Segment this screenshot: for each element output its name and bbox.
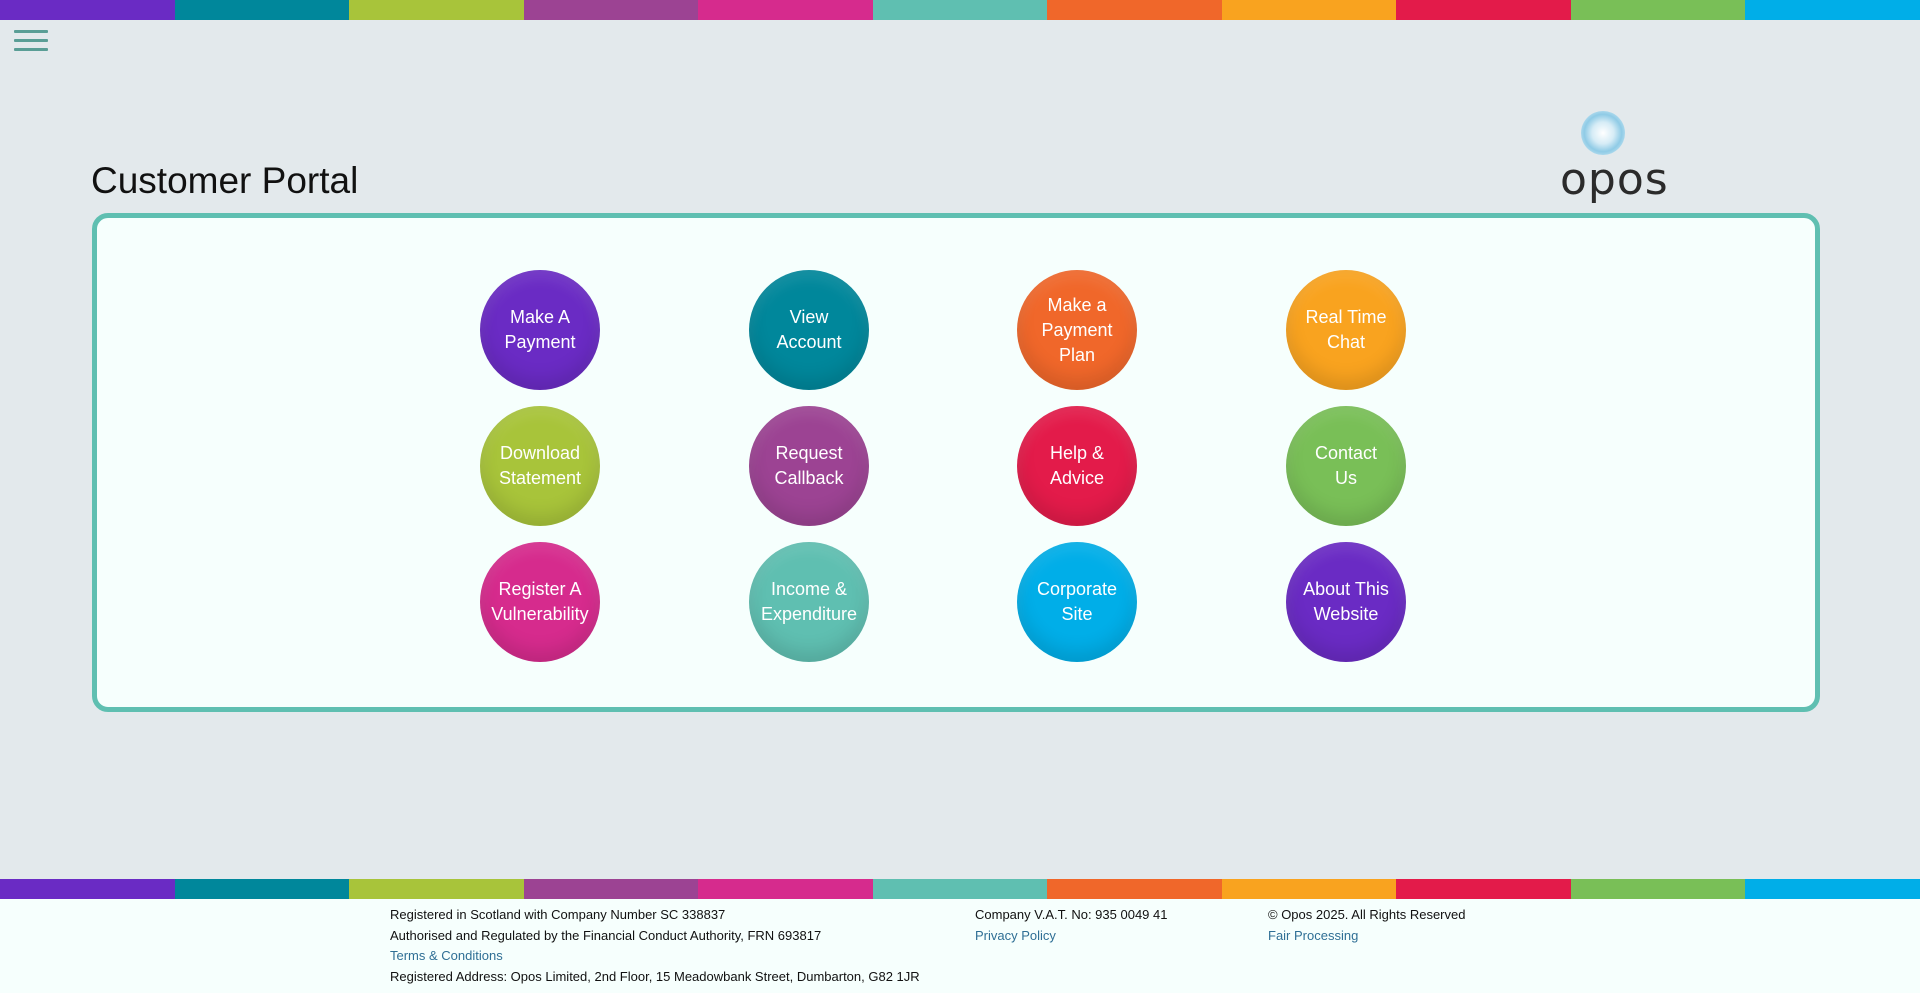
action-label-line1: Corporate — [1036, 579, 1118, 599]
help-and-advice-button[interactable]: Help & Advice — [1017, 406, 1137, 526]
footer-company-column: Registered in Scotland with Company Numb… — [390, 905, 920, 987]
action-label-line1: Request — [775, 443, 843, 463]
action-label-line1: Make A — [509, 307, 570, 327]
action-label: Make a Payment Plan — [1017, 293, 1137, 368]
stripe-segment — [523, 0, 699, 20]
copyright-text: © Opos 2025. All Rights Reserved — [1268, 907, 1466, 922]
action-label: Request Callback — [768, 441, 849, 491]
logo-text: opos — [1560, 154, 1669, 205]
stripe-segment — [872, 879, 1048, 899]
action-label-line2: Payment — [504, 332, 576, 352]
page-title: Customer Portal — [91, 160, 359, 201]
action-label-line1: Real Time — [1305, 307, 1387, 327]
privacy-policy-link[interactable]: Privacy Policy — [975, 928, 1056, 943]
download-statement-button[interactable]: Download Statement — [480, 406, 600, 526]
stripe-segment — [349, 879, 524, 899]
real-time-chat-button[interactable]: Real Time Chat — [1286, 270, 1406, 390]
footer-copyright-column: © Opos 2025. All Rights Reserved Fair Pr… — [1268, 905, 1465, 946]
registered-address-text: Registered Address: Opos Limited, 2nd Fl… — [390, 968, 920, 984]
action-label: Real Time Chat — [1299, 305, 1392, 355]
stripe-segment — [1047, 0, 1222, 20]
stripe-segment — [1396, 0, 1571, 20]
stripe-segment — [0, 879, 175, 899]
stripe-segment — [872, 0, 1048, 20]
action-label-line1: Register A — [498, 579, 582, 599]
action-label-line1: Make a — [1047, 294, 1107, 315]
action-label-line2: Statement — [498, 468, 582, 488]
corporate-site-button[interactable]: Corporate Site — [1017, 542, 1137, 662]
stripe-segment — [523, 879, 699, 899]
fair-processing-link[interactable]: Fair Processing — [1268, 928, 1358, 943]
stripe-segment — [1221, 0, 1397, 20]
action-label-line2: Account — [776, 332, 842, 352]
request-callback-button[interactable]: Request Callback — [749, 406, 869, 526]
view-account-button[interactable]: View Account — [749, 270, 869, 390]
terms-conditions-link[interactable]: Terms & Conditions — [390, 948, 503, 963]
top-color-stripe — [0, 0, 1920, 20]
action-label-line2: Advice — [1049, 468, 1105, 488]
register-a-vulnerability-button[interactable]: Register A Vulnerability — [480, 542, 600, 662]
make-a-payment-plan-button[interactable]: Make a Payment Plan — [1017, 270, 1137, 390]
action-label-line2: Payment Plan — [1041, 319, 1113, 365]
stripe-segment — [1745, 0, 1920, 20]
action-label-line1: Contact — [1314, 443, 1378, 463]
action-label-line2: Website — [1313, 604, 1379, 624]
action-panel: Make A Payment View Account Make a Payment Pl… — [92, 213, 1820, 712]
action-label-line2: Expenditure — [760, 604, 858, 624]
action-label-line2: Chat — [1326, 332, 1366, 352]
income-and-expenditure-button[interactable]: Income & Expenditure — [749, 542, 869, 662]
action-label-line1: Help & — [1049, 443, 1105, 463]
stripe-segment — [349, 0, 524, 20]
stripe-segment — [1396, 879, 1571, 899]
footer-vat-column: Company V.A.T. No: 935 0049 41 Privacy P… — [975, 905, 1167, 946]
action-label-line1: View — [789, 307, 829, 327]
make-a-payment-button[interactable]: Make A Payment — [480, 270, 600, 390]
stripe-segment — [174, 0, 350, 20]
opos-logo: opos — [1554, 108, 1668, 208]
action-label-line1: About This — [1303, 579, 1389, 599]
stripe-segment — [174, 879, 350, 899]
stripe-segment — [698, 0, 873, 20]
action-label-line2: Callback — [774, 468, 844, 488]
stripe-segment — [698, 879, 873, 899]
stripe-segment — [1047, 879, 1222, 899]
action-label: Help & Advice — [1044, 441, 1110, 491]
logo-swirl-icon — [1581, 111, 1625, 155]
stripe-segment — [1745, 879, 1920, 899]
stripe-segment — [1570, 879, 1746, 899]
bottom-color-stripe — [0, 879, 1920, 899]
action-label-line2: Site — [1061, 604, 1093, 624]
action-label-line2: Us — [1334, 468, 1357, 488]
stripe-segment — [0, 0, 175, 20]
about-this-website-button[interactable]: About This Website — [1286, 542, 1406, 662]
action-label: Corporate Site — [1031, 577, 1123, 627]
regulation-text: Authorised and Regulated by the Financia… — [390, 927, 822, 943]
action-label: Make A Payment — [498, 305, 581, 355]
action-label-line2: Vulnerability — [491, 604, 589, 624]
action-label: Income & Expenditure — [755, 577, 863, 627]
stripe-segment — [1221, 879, 1397, 899]
hamburger-menu-icon[interactable] — [14, 30, 48, 54]
action-label: View Account — [770, 305, 847, 355]
action-label: Contact Us — [1309, 441, 1383, 491]
stripe-segment — [1570, 0, 1746, 20]
action-label: Register A Vulnerability — [485, 577, 594, 627]
contact-us-button[interactable]: Contact Us — [1286, 406, 1406, 526]
vat-number-text: Company V.A.T. No: 935 0049 41 — [975, 907, 1168, 922]
action-label-line1: Income & — [770, 579, 848, 599]
footer: Registered in Scotland with Company Numb… — [0, 899, 1920, 993]
action-label: Download Statement — [493, 441, 587, 491]
action-label-line1: Download — [499, 443, 581, 463]
registration-text: Registered in Scotland with Company Numb… — [390, 907, 726, 922]
action-label: About This Website — [1297, 577, 1395, 627]
